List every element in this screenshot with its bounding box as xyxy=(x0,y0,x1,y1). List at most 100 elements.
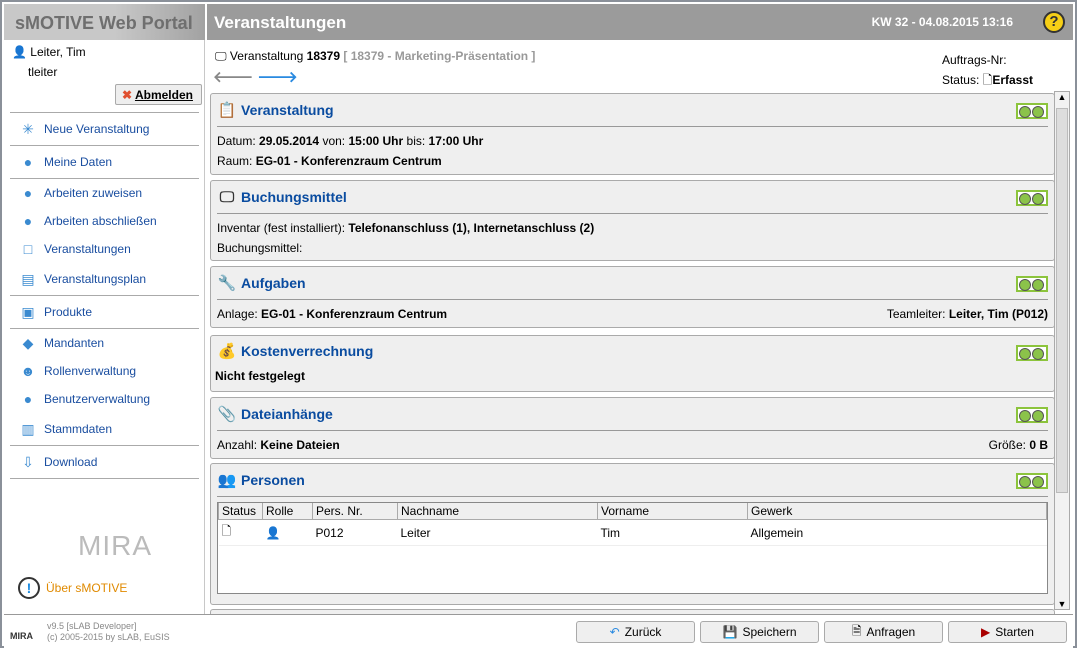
user-name: Leiter, Tim xyxy=(30,45,86,59)
person-role-icon: 👤 xyxy=(262,519,313,546)
undo-icon: ↶ xyxy=(609,625,620,639)
main-content: 🖵 Veranstaltung 18379 [ 18379 - Marketin… xyxy=(207,40,1073,619)
nav-item[interactable]: ● Arbeiten abschließen xyxy=(10,207,199,235)
nav-item[interactable]: ● Arbeiten zuweisen xyxy=(10,179,199,207)
anzahl: Keine Dateien xyxy=(260,438,340,452)
user-login: tleiter xyxy=(28,65,58,79)
nav-item-label: Veranstaltungsplan xyxy=(44,272,147,286)
footer-logo: MIRA xyxy=(10,631,33,641)
record-desc: [ 18379 - Marketing-Präsentation ] xyxy=(343,49,536,63)
auftrag-label: Auftrags-Nr: xyxy=(941,53,1007,67)
kosten-text: Nicht festgelegt xyxy=(215,369,306,383)
column-header[interactable]: Rolle xyxy=(262,503,313,520)
request-button[interactable]: 🗎 Anfragen xyxy=(824,621,943,643)
column-header[interactable]: Vorname xyxy=(597,503,748,520)
header-bar: Veranstaltungen KW 32 - 04.08.2015 13:16… xyxy=(207,4,1073,40)
logout-label: Abmelden xyxy=(134,88,193,102)
column-header[interactable]: Nachname xyxy=(397,503,598,520)
version-info: v9.5 [sLAB Developer] (c) 2005-2015 by sL… xyxy=(47,621,170,642)
arrow-right-icon[interactable]: 🡒 xyxy=(257,69,297,86)
nav-item[interactable]: ⇩ Download xyxy=(10,446,199,479)
arrow-left-icon[interactable]: 🡐 xyxy=(213,69,253,86)
nav-item-label: Mandanten xyxy=(44,336,105,350)
nav-item-label: Stammdaten xyxy=(44,422,113,436)
complete-work-icon: ● xyxy=(23,213,33,229)
column-header[interactable]: Pers. Nr. xyxy=(312,503,398,520)
roles-icon: ☻ xyxy=(20,363,36,379)
presentation-icon: 🖵 xyxy=(219,188,235,206)
section-personen: 👥 Personen Status Rolle Pers. Nr. Nachname Vo… xyxy=(210,463,1055,605)
nav-menu: ✳ Neue Veranstaltung ● Meine Daten ● Arbeiten… xyxy=(10,112,199,479)
nav-item-label: Neue Veranstaltung xyxy=(44,122,150,136)
raum: EG-01 - Konferenzraum Centrum xyxy=(255,154,442,168)
inventar: Telefonanschluss (1), Internetanschluss … xyxy=(348,221,595,235)
help-icon[interactable]: ? xyxy=(1043,11,1065,33)
nav-item[interactable]: ▤ Veranstaltungsplan xyxy=(10,263,199,296)
new-event-icon: ✳ xyxy=(22,121,34,137)
download-icon: ⇩ xyxy=(22,454,34,470)
back-button[interactable]: ↶ Zurück xyxy=(576,621,695,643)
app-title: sMOTIVE Web Portal xyxy=(4,4,205,40)
record-meta: Auftrags-Nr: Status: 🗋Erfasst xyxy=(942,50,1033,90)
play-icon: ▶ xyxy=(981,625,991,639)
nav-item[interactable]: ☻ Rollenverwaltung xyxy=(10,357,199,385)
nav-item[interactable]: □ Veranstaltungen xyxy=(10,235,199,263)
presentation-icon: 🖵 xyxy=(215,49,227,63)
scroll-thumb[interactable] xyxy=(1056,108,1068,493)
section-title: Dateianhänge xyxy=(241,406,333,422)
section-title: Kostenverrechnung xyxy=(241,343,374,359)
column-header[interactable]: Status xyxy=(218,503,263,520)
nav-item[interactable]: ◆ Mandanten xyxy=(10,329,199,357)
nav-item-label: Produkte xyxy=(44,305,93,319)
close-icon: ✖ xyxy=(122,88,133,102)
presentation-icon: □ xyxy=(23,241,33,257)
clipboard-icon: 📋 xyxy=(217,102,237,119)
von: 15:00 Uhr xyxy=(348,134,404,148)
persons-table: Status Rolle Pers. Nr. Nachname Vorname Gewer… xyxy=(217,502,1048,594)
scroll-up-icon[interactable]: ▲ xyxy=(1055,92,1069,102)
money-bag-icon: 💰 xyxy=(217,343,237,360)
nav-item[interactable]: ▣ Produkte xyxy=(10,296,199,329)
nachname: Leiter xyxy=(397,519,598,546)
start-button[interactable]: ▶ Starten xyxy=(948,621,1067,643)
section-dateien: 📎 Dateianhänge Anzahl: Keine Dateien Größe… xyxy=(210,397,1055,459)
teamleiter: Leiter, Tim (P012) xyxy=(948,307,1048,321)
document-icon: 🗋 xyxy=(218,519,263,546)
groesse: 0 B xyxy=(1029,438,1048,452)
user-icon: 👤 xyxy=(12,45,27,59)
scroll-down-icon[interactable]: ▼ xyxy=(1055,599,1069,609)
nav-item-label: Arbeiten abschließen xyxy=(44,214,157,228)
save-button[interactable]: 💾 Speichern xyxy=(700,621,819,643)
table-row[interactable]: 🗋 👤 P012 Leiter Tim Allgemein xyxy=(218,519,1047,546)
buchungsmittel-label: Buchungsmittel: xyxy=(217,241,303,255)
master-data-icon: ▥ xyxy=(21,421,35,437)
scrollbar[interactable]: ▲ ▼ xyxy=(1054,91,1070,610)
record-nav: 🡐 🡒 xyxy=(213,67,298,86)
clients-icon: ◆ xyxy=(22,335,34,351)
nav-item[interactable]: ● Meine Daten xyxy=(10,146,199,179)
mira-logo: MIRA xyxy=(78,530,152,561)
status-lights xyxy=(1016,345,1048,361)
nav-item[interactable]: ● Benutzerverwaltung xyxy=(10,385,199,413)
record-header: 🖵 Veranstaltung 18379 [ 18379 - Marketin… xyxy=(215,49,535,64)
anlage: EG-01 - Konferenzraum Centrum xyxy=(261,307,448,321)
floppy-icon: 💾 xyxy=(722,625,738,639)
nav-item[interactable]: ▥ Stammdaten xyxy=(10,413,199,446)
status-lights xyxy=(1016,276,1048,292)
section-buchungsmittel: 🖵 Buchungsmittel Inventar (fest installie… xyxy=(210,180,1055,261)
bis: 17:00 Uhr xyxy=(428,134,484,148)
status-lights xyxy=(1016,103,1048,119)
nav-item-label: Meine Daten xyxy=(44,155,113,169)
datetime: KW 32 - 04.08.2015 13:16 xyxy=(871,15,1013,29)
nav-item-label: Rollenverwaltung xyxy=(44,364,137,378)
about-label: Über sMOTIVE xyxy=(46,581,128,595)
status-lights xyxy=(1016,407,1048,423)
document-icon: 🗎 xyxy=(851,623,862,638)
attachment-icon: 📎 xyxy=(217,406,237,423)
nav-item[interactable]: ✳ Neue Veranstaltung xyxy=(10,113,199,146)
column-header[interactable]: Gewerk xyxy=(747,503,1047,520)
logout-button[interactable]: ✖ Abmelden xyxy=(115,84,202,105)
about-link[interactable]: ! Über sMOTIVE xyxy=(18,577,127,599)
users-icon: ● xyxy=(23,391,33,407)
info-icon: ! xyxy=(18,577,40,599)
